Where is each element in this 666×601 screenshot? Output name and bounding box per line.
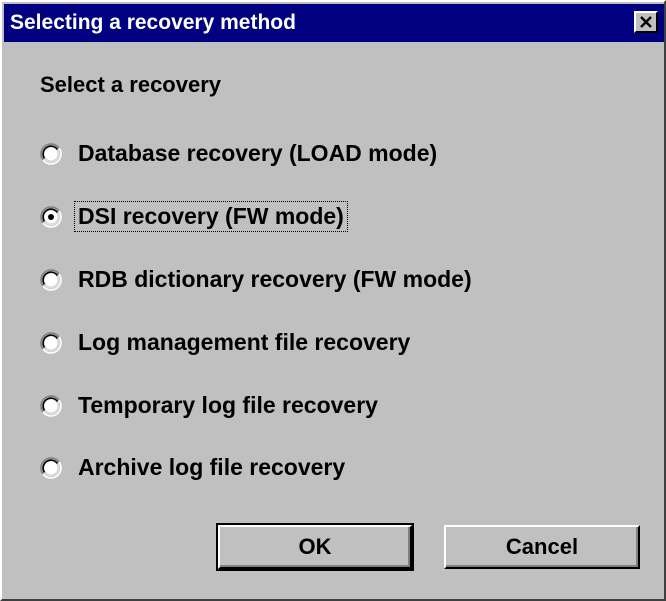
recovery-method-dialog: Selecting a recovery method Select a rec… [0,0,666,601]
radio-label[interactable]: RDB dictionary recovery (FW mode) [76,266,474,293]
radio-button-icon[interactable] [40,205,62,228]
radio-button-icon[interactable] [40,394,62,417]
radio-option-database-recovery[interactable]: Database recovery (LOAD mode) [40,140,439,167]
title-bar[interactable]: Selecting a recovery method [4,4,664,42]
radio-button-icon[interactable] [40,268,62,291]
radio-label[interactable]: Temporary log file recovery [76,392,380,419]
radio-label[interactable]: Archive log file recovery [76,454,347,481]
radio-option-log-management-file-recovery[interactable]: Log management file recovery [40,329,412,356]
radio-label[interactable]: Database recovery (LOAD mode) [76,140,439,167]
radio-button-icon[interactable] [40,331,62,354]
close-button[interactable] [634,11,658,33]
radio-button-icon[interactable] [40,456,62,479]
radio-option-temporary-log-file-recovery[interactable]: Temporary log file recovery [40,392,380,419]
select-recovery-label: Select a recovery [40,72,222,97]
window-title: Selecting a recovery method [10,11,296,34]
radio-option-rdb-dictionary-recovery[interactable]: RDB dictionary recovery (FW mode) [40,266,474,293]
close-icon [640,16,652,28]
cancel-button[interactable]: Cancel [444,525,640,569]
radio-label[interactable]: DSI recovery (FW mode) [74,201,348,232]
ok-button[interactable]: OK [216,523,414,571]
radio-option-dsi-recovery[interactable]: DSI recovery (FW mode) [40,201,348,232]
radio-button-icon[interactable] [40,142,62,165]
radio-option-archive-log-file-recovery[interactable]: Archive log file recovery [40,454,347,481]
radio-label[interactable]: Log management file recovery [76,329,412,356]
